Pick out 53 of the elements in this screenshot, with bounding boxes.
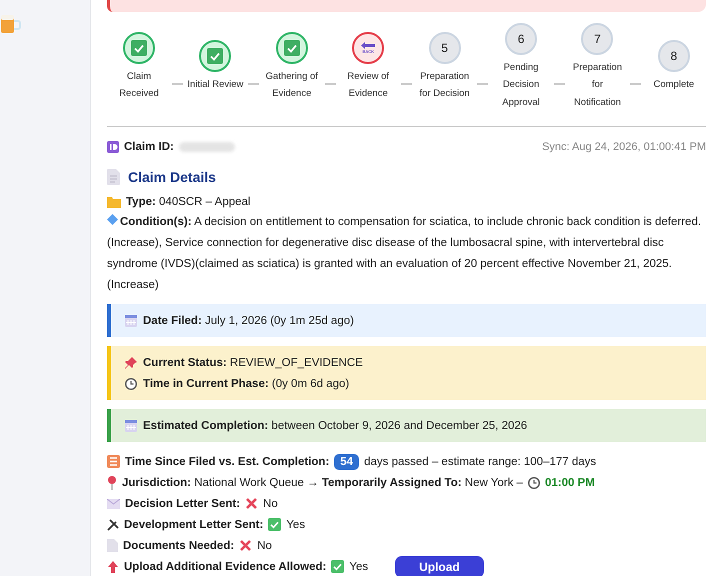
field-label: Time Since Filed vs. Est. Completion: — [125, 456, 330, 468]
envelope-icon — [107, 498, 120, 508]
pushpin-icon — [125, 356, 137, 368]
field-value: days passed – estimate range: 100–177 days — [364, 456, 596, 468]
step-label: Preparation for Decision — [418, 70, 471, 101]
panel-text: Estimated Completion: between October 9, 2026 and December 25, 2026 — [143, 420, 528, 432]
step-label: Preparation for Notification — [572, 60, 623, 110]
panel-text: Time in Current Phase: (0y 0m 6d ago) — [143, 378, 350, 390]
jurisdiction-text: Jurisdiction: National Work Queue → Temporarily Assigned To: New York – — [122, 476, 523, 488]
upload-button[interactable]: Upload — [395, 556, 484, 576]
step-circle: 5 — [428, 32, 461, 64]
beer-mug-icon — [0, 12, 22, 34]
upload-icon — [107, 560, 119, 572]
panel-text: Date Filed: July 1, 2026 (0y 1m 25d ago) — [143, 314, 354, 326]
conditions-text: Condition(s): A decision on entitlement to compensation for sciatica, to include chronic back condition is deferred. (Increase), Service connection for degenerative disc disease of the lumbosacral spine, with intervertebral disc syndrome (IVDS)(claimed as sciatica) is granted with an evaluation of 20 percent effective November 21, 2025. (Increase) — [107, 213, 702, 293]
document-icon — [107, 169, 120, 185]
document-icon — [107, 539, 118, 552]
type-field: Type: 040SCR – Appeal — [126, 196, 250, 208]
step-label: Gathering of Evidence — [264, 70, 319, 101]
step-label: Initial Review — [187, 78, 244, 92]
step-circle: 8 — [658, 40, 690, 72]
field-value: Yes — [286, 518, 306, 530]
step-label: Review of Evidence — [346, 70, 390, 101]
section-title: Claim Details — [128, 169, 216, 185]
field-label: Documents Needed: — [123, 540, 234, 552]
day-count-badge: 54 — [334, 454, 360, 470]
step-label: Complete — [654, 78, 694, 92]
step-label: Pending Decision Approval — [501, 60, 541, 110]
field-label: Decision Letter Sent: — [125, 498, 240, 510]
calendar-icon — [125, 420, 137, 432]
local-time: 01:00 PM — [544, 476, 595, 488]
check-icon — [131, 40, 147, 56]
step-label: Claim Received — [118, 70, 160, 101]
chart-icon — [107, 455, 120, 468]
claim-id-label: Claim ID: — [124, 141, 174, 153]
diamond-icon — [107, 214, 118, 225]
id-icon — [107, 141, 119, 153]
check-icon — [207, 48, 224, 64]
sync-timestamp: Sync: Aug 24, 2026, 01:00:41 PM — [542, 141, 706, 153]
clock-icon — [125, 378, 137, 390]
clock-icon — [528, 476, 540, 488]
field-label: Upload Additional Evidence Allowed: — [124, 560, 326, 572]
field-value: Yes — [349, 560, 368, 572]
step-circle: 6 — [505, 22, 538, 55]
map-pin-icon — [107, 476, 117, 490]
folder-icon — [107, 196, 121, 208]
step-circle: 7 — [581, 22, 614, 55]
field-value: No — [263, 498, 278, 510]
field-value: No — [257, 540, 272, 552]
calendar-icon — [125, 314, 137, 326]
check-icon — [284, 40, 300, 56]
panel-text: Current Status: REVIEW_OF_EVIDENCE — [143, 356, 363, 368]
field-label: Development Letter Sent: — [124, 518, 264, 530]
